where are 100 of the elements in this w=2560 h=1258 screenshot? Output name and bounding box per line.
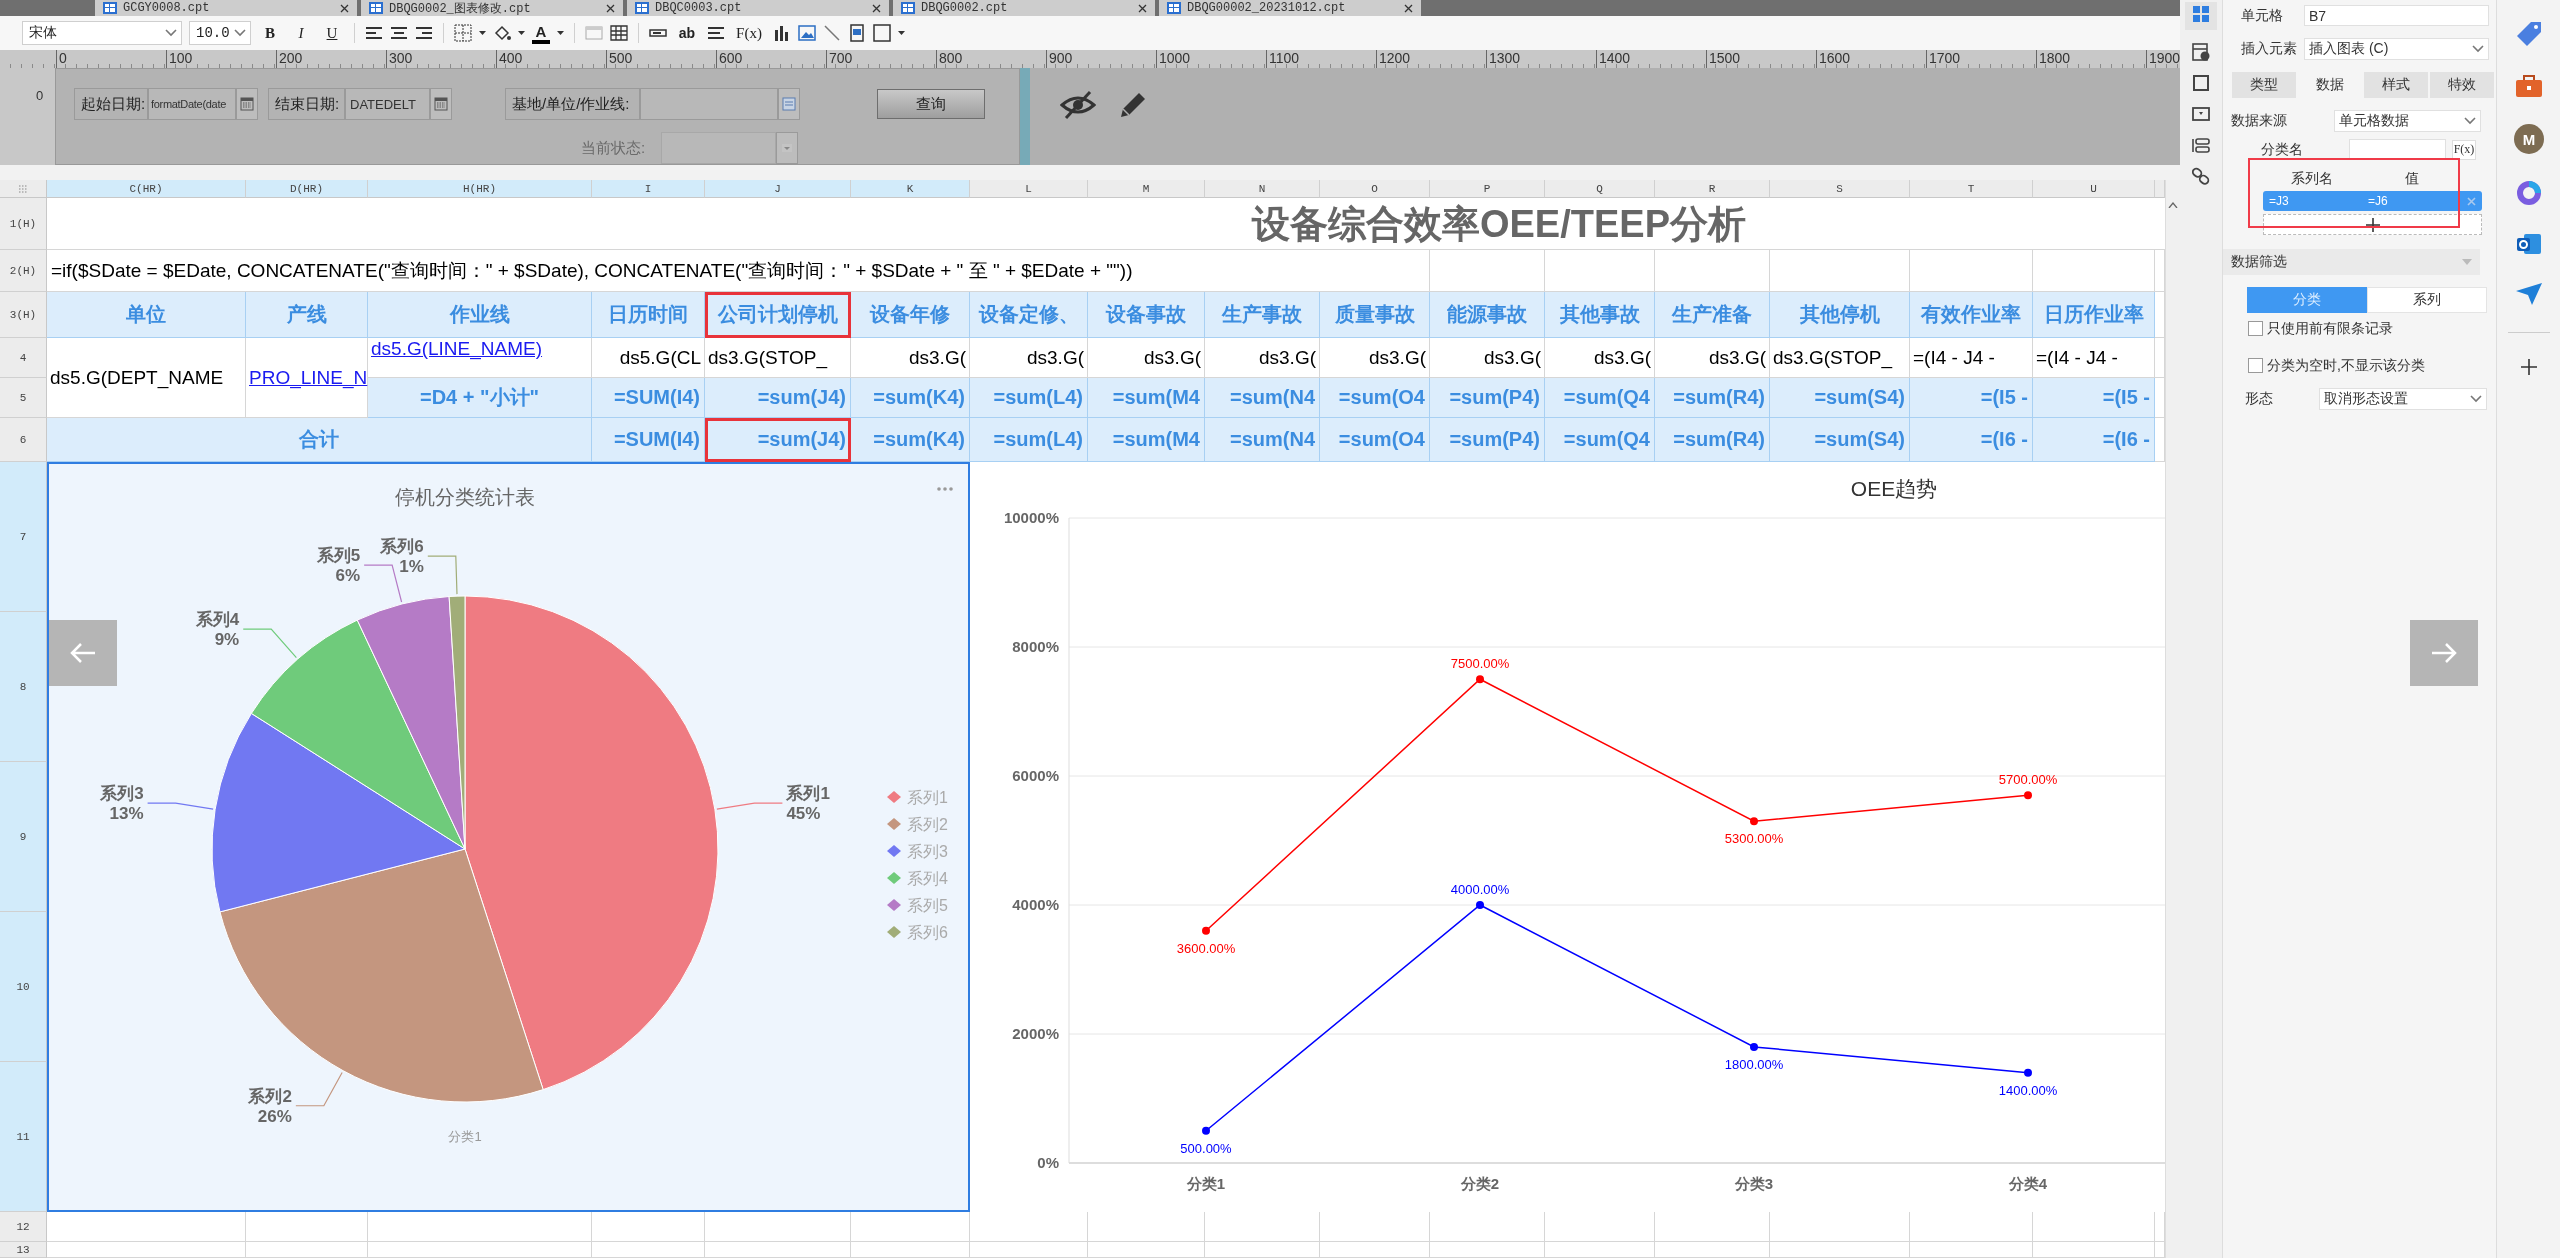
column-header[interactable]: L bbox=[970, 180, 1088, 198]
toolbox-icon[interactable] bbox=[2515, 74, 2543, 98]
row-header[interactable]: 13 bbox=[0, 1242, 47, 1258]
copilot-icon[interactable] bbox=[2516, 180, 2542, 206]
column-header[interactable]: Q bbox=[1545, 180, 1655, 198]
paint-bucket-icon[interactable] bbox=[493, 24, 511, 42]
row-header[interactable]: 4 bbox=[0, 338, 47, 378]
italic-button[interactable]: I bbox=[289, 21, 313, 45]
dropdown-field[interactable] bbox=[661, 132, 776, 164]
font-color-button[interactable]: A bbox=[532, 22, 550, 44]
cell-icon[interactable] bbox=[585, 24, 603, 42]
text-field[interactable] bbox=[2349, 139, 2446, 160]
more-icon[interactable] bbox=[937, 487, 953, 491]
calendar-button[interactable] bbox=[236, 88, 258, 120]
row-header[interactable]: 12 bbox=[0, 1212, 47, 1242]
column-header[interactable]: R bbox=[1655, 180, 1770, 198]
file-tab[interactable]: DBQG0002_图表修改.cpt bbox=[361, 0, 623, 16]
column-header[interactable]: P bbox=[1430, 180, 1545, 198]
add-icon[interactable] bbox=[2521, 359, 2537, 375]
date-field[interactable]: formatDate(date bbox=[148, 88, 236, 120]
slash-icon[interactable] bbox=[823, 24, 841, 42]
date-field[interactable]: DATEDELT bbox=[345, 88, 430, 120]
tab[interactable]: 样式 bbox=[2364, 72, 2428, 98]
add-row-button[interactable] bbox=[2263, 214, 2482, 235]
column-header[interactable]: O bbox=[1320, 180, 1430, 198]
avatar[interactable]: M bbox=[2514, 124, 2544, 154]
column-header[interactable]: K bbox=[851, 180, 970, 198]
cell-attributes-icon[interactable] bbox=[2192, 5, 2210, 23]
column-header[interactable]: T bbox=[1910, 180, 2033, 198]
tab[interactable]: 特效 bbox=[2430, 72, 2494, 98]
query-button[interactable]: 查询 bbox=[877, 89, 985, 119]
checkbox[interactable] bbox=[2248, 321, 2263, 336]
page-icon[interactable] bbox=[848, 24, 866, 42]
list-icon[interactable] bbox=[2192, 136, 2210, 154]
close-icon[interactable] bbox=[606, 3, 615, 13]
text-field[interactable]: B7 bbox=[2304, 5, 2489, 26]
formula-button[interactable]: F(x) bbox=[2452, 139, 2476, 160]
caret-down-icon[interactable] bbox=[479, 31, 486, 35]
square-icon[interactable] bbox=[2192, 74, 2210, 92]
bar-chart-icon[interactable] bbox=[773, 24, 791, 42]
tab[interactable]: 类型 bbox=[2232, 72, 2296, 98]
pencil-icon[interactable] bbox=[1118, 90, 1146, 120]
align-center-icon[interactable] bbox=[390, 24, 408, 42]
send-icon[interactable] bbox=[2515, 282, 2543, 306]
column-header[interactable]: J bbox=[705, 180, 851, 198]
table-info-icon[interactable] bbox=[2192, 43, 2210, 61]
dropdown[interactable]: 取消形态设置 bbox=[2319, 387, 2487, 410]
image-icon[interactable] bbox=[798, 24, 816, 42]
column-header[interactable]: D(HR) bbox=[246, 180, 368, 198]
caret-down-icon[interactable] bbox=[557, 31, 564, 35]
row-header[interactable]: 3(H) bbox=[0, 292, 47, 338]
align-right-icon[interactable] bbox=[415, 24, 433, 42]
column-header[interactable]: I bbox=[592, 180, 705, 198]
close-icon[interactable] bbox=[1404, 3, 1413, 13]
link-icon[interactable] bbox=[2192, 167, 2210, 185]
row-header[interactable]: 2(H) bbox=[0, 250, 47, 292]
column-header[interactable]: H(HR) bbox=[368, 180, 592, 198]
column-header[interactable]: N bbox=[1205, 180, 1320, 198]
scroll-up-icon[interactable] bbox=[2168, 202, 2178, 208]
underline-button[interactable]: U bbox=[320, 21, 344, 45]
align-left-icon[interactable] bbox=[365, 24, 383, 42]
mail-app-icon[interactable] bbox=[2516, 232, 2542, 256]
font-size-dropdown[interactable]: 10.0 bbox=[189, 21, 251, 45]
column-header[interactable]: U bbox=[2033, 180, 2155, 198]
dropdown[interactable]: 单元格数据 bbox=[2334, 110, 2481, 132]
row-header[interactable]: 8 bbox=[0, 612, 47, 762]
eye-slash-icon[interactable] bbox=[1060, 90, 1096, 120]
caret-down-icon[interactable] bbox=[518, 31, 525, 35]
font-dropdown[interactable]: 宋体 bbox=[22, 21, 182, 45]
column-header[interactable]: M bbox=[1088, 180, 1205, 198]
section-header[interactable]: 数据筛选 bbox=[2223, 249, 2480, 275]
row-header[interactable]: 11 bbox=[0, 1062, 47, 1212]
frame-icon[interactable] bbox=[873, 24, 891, 42]
close-icon[interactable] bbox=[340, 3, 349, 13]
bold-button[interactable]: B bbox=[258, 21, 282, 45]
formula-button[interactable]: F(x) bbox=[732, 21, 766, 45]
dropdown[interactable]: 插入图表 (C) bbox=[2304, 38, 2489, 60]
lines-icon[interactable] bbox=[707, 24, 725, 42]
file-tab[interactable]: DBQC0003.cpt bbox=[627, 0, 889, 16]
checkbox[interactable] bbox=[2248, 358, 2263, 373]
row-header[interactable]: 7 bbox=[0, 462, 47, 612]
text-button[interactable]: ab bbox=[674, 21, 700, 45]
close-icon[interactable] bbox=[872, 3, 881, 13]
calendar-button[interactable] bbox=[430, 88, 452, 120]
file-tab[interactable]: DBQG0002.cpt bbox=[893, 0, 1155, 16]
border-icon[interactable] bbox=[454, 24, 472, 42]
tree-field[interactable] bbox=[640, 88, 778, 120]
caret-down-icon[interactable] bbox=[898, 31, 905, 35]
table-icon[interactable] bbox=[610, 24, 628, 42]
row-header[interactable]: 5 bbox=[0, 378, 47, 418]
row-header[interactable]: 10 bbox=[0, 912, 47, 1062]
row-header[interactable]: 9 bbox=[0, 762, 47, 912]
tag-icon[interactable] bbox=[2515, 20, 2543, 48]
tool-button[interactable] bbox=[2185, 2, 2217, 30]
frame-icon[interactable] bbox=[2192, 105, 2210, 123]
close-icon[interactable] bbox=[1138, 3, 1147, 13]
column-header[interactable]: C(HR) bbox=[47, 180, 246, 198]
file-tab[interactable]: GCGY0008.cpt bbox=[95, 0, 357, 16]
column-header[interactable]: S bbox=[1770, 180, 1910, 198]
file-tab[interactable]: DBQG00002_20231012.cpt bbox=[1159, 0, 1421, 16]
